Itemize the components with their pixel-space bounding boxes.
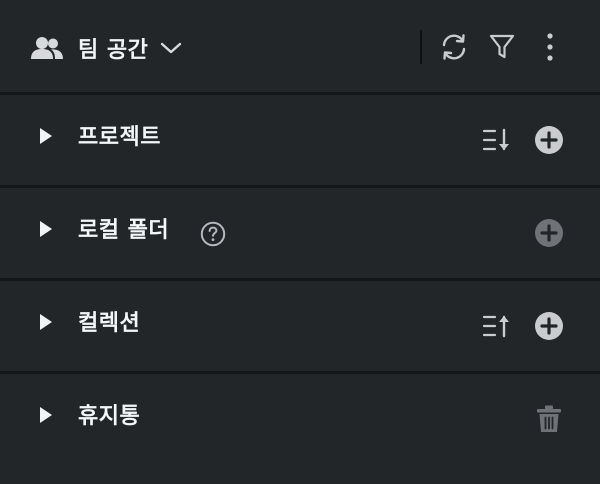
panel-header: 팀 공간	[0, 0, 600, 92]
sort-ascending-icon[interactable]	[481, 310, 513, 342]
header-separator	[420, 30, 422, 64]
trash-icon[interactable]	[533, 403, 565, 435]
caret-right-icon[interactable]	[40, 221, 52, 237]
section-label: 휴지통	[78, 404, 141, 429]
add-circle-icon[interactable]	[533, 217, 565, 249]
add-circle-icon[interactable]	[533, 310, 565, 342]
team-space-title: 팀 공간	[78, 38, 149, 63]
section-label: 프로젝트	[78, 125, 161, 150]
add-circle-icon[interactable]	[533, 124, 565, 156]
section-trash[interactable]: 휴지통	[0, 374, 600, 484]
filter-icon[interactable]	[487, 30, 517, 64]
section-collections[interactable]: 컬렉션	[0, 281, 600, 371]
caret-right-icon[interactable]	[40, 128, 52, 144]
caret-right-icon[interactable]	[40, 314, 52, 330]
help-circle-icon[interactable]	[200, 221, 226, 251]
more-vertical-icon[interactable]	[537, 30, 563, 64]
refresh-icon[interactable]	[437, 30, 471, 64]
section-label: 컬렉션	[78, 311, 141, 336]
section-local-folders[interactable]: 로컬 폴더	[0, 188, 600, 278]
team-space-panel: 팀 공간 프로젝트 로컬 폴더 컬렉션 휴지통	[0, 0, 600, 484]
team-space-dropdown[interactable]: 팀 공간	[30, 30, 182, 66]
chevron-down-icon	[160, 41, 182, 55]
caret-right-icon[interactable]	[40, 407, 52, 423]
section-projects[interactable]: 프로젝트	[0, 95, 600, 185]
section-label: 로컬 폴더	[78, 218, 170, 243]
users-icon	[30, 35, 64, 61]
sort-descending-icon[interactable]	[481, 124, 513, 156]
